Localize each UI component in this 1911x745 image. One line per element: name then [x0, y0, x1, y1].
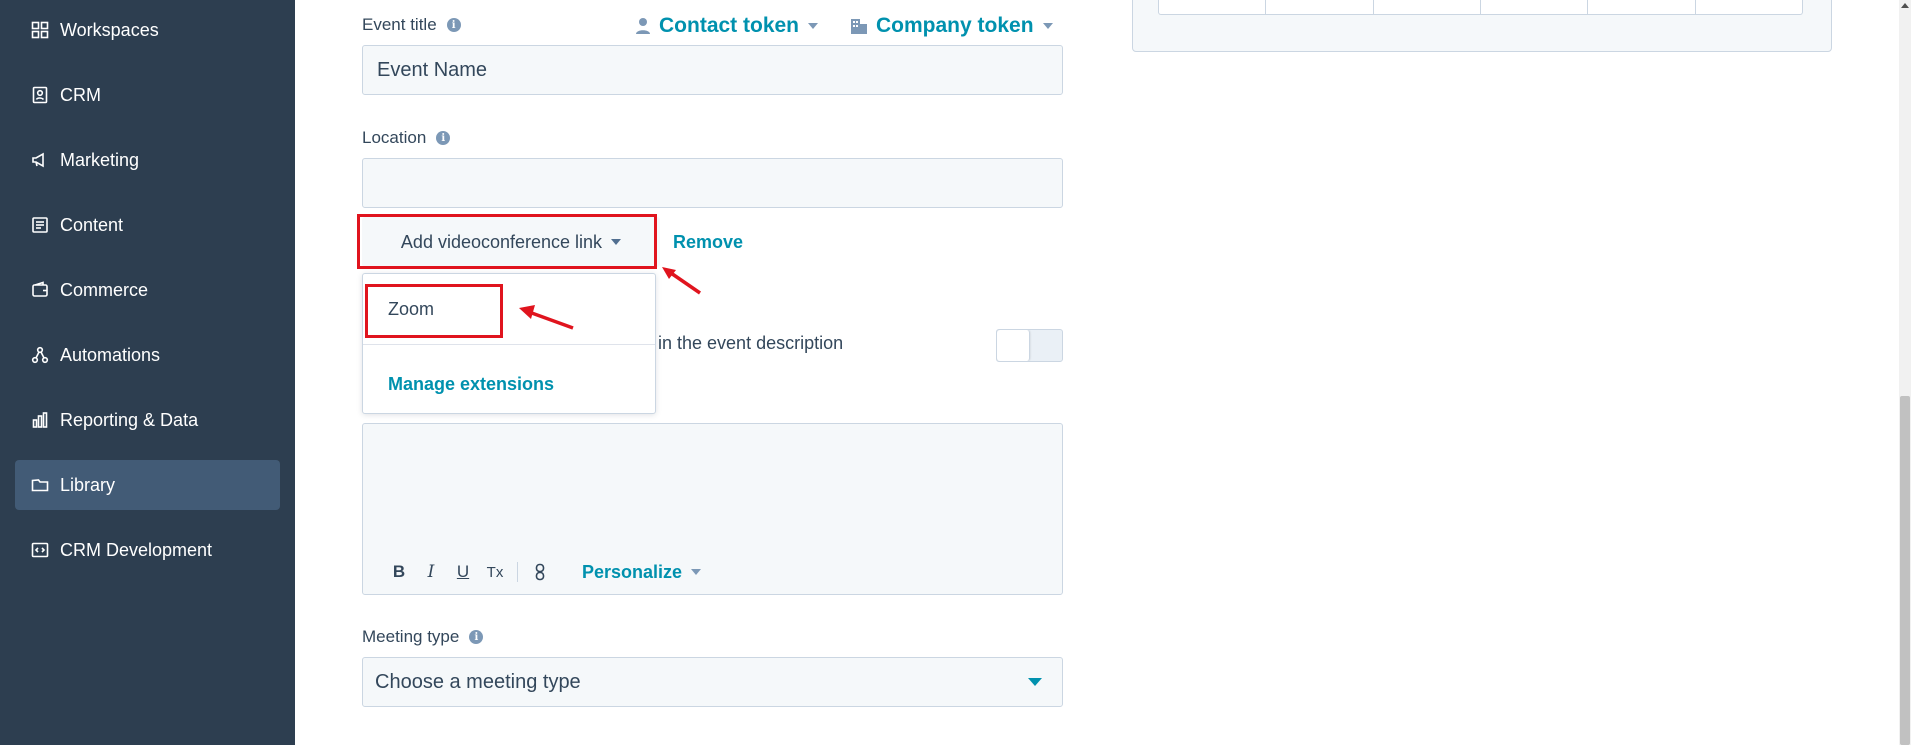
- sidebar-item-workspaces[interactable]: Workspaces: [15, 5, 280, 55]
- info-icon[interactable]: i: [446, 18, 461, 32]
- sidebar-item-label: Content: [60, 214, 124, 235]
- manage-extensions-link[interactable]: Manage extensions: [388, 374, 554, 395]
- sidebar-item-label: CRM: [60, 84, 101, 105]
- bold-button[interactable]: B: [383, 560, 415, 584]
- sidebar-item-automations[interactable]: Automations: [15, 330, 280, 380]
- calendar-cell: [1696, 0, 1802, 14]
- calendar-cell: [1266, 0, 1374, 14]
- info-icon[interactable]: i: [436, 131, 451, 145]
- scroll-up-icon[interactable]: [1901, 3, 1909, 8]
- annotation-highlight-videoconference: [357, 214, 657, 269]
- toolbar-divider: [517, 562, 518, 582]
- sidebar-item-label: Marketing: [60, 149, 140, 170]
- link-icon[interactable]: [524, 560, 556, 584]
- bar-chart-icon: [30, 410, 50, 430]
- description-toggle-text: in the event description: [658, 333, 844, 353]
- sidebar-item-label: Workspaces: [60, 19, 159, 40]
- sidebar-item-reporting-data[interactable]: Reporting & Data: [15, 395, 280, 445]
- scrollbar-thumb[interactable]: [1900, 396, 1910, 745]
- personalize-label: Personalize: [582, 561, 683, 582]
- event-title-label: Event title i: [362, 15, 461, 35]
- sidebar-item-label: Reporting & Data: [60, 409, 199, 430]
- description-editor[interactable]: B I U Tx Personalize: [362, 423, 1063, 595]
- contact-token-dropdown[interactable]: Contact token: [635, 14, 819, 38]
- chevron-down-icon: [1042, 23, 1053, 29]
- location-label: Location i: [362, 128, 451, 148]
- meeting-type-label: Meeting type i: [362, 627, 484, 647]
- toggle-knob: [997, 330, 1030, 361]
- automations-icon: [30, 345, 50, 365]
- sidebar-item-crm-development[interactable]: CRM Development: [15, 525, 280, 575]
- page-scrollbar[interactable]: [1899, 0, 1911, 745]
- meeting-type-label-text: Meeting type: [362, 627, 460, 646]
- underline-button[interactable]: U: [447, 560, 479, 584]
- main-content: Event title i Contact token Company toke…: [295, 0, 1911, 745]
- chevron-down-icon: [808, 23, 819, 29]
- sidebar-item-marketing[interactable]: Marketing: [15, 135, 280, 185]
- remove-link[interactable]: Remove: [673, 232, 743, 253]
- person-icon: [636, 18, 650, 34]
- sidebar-item-label: Automations: [60, 344, 161, 365]
- meeting-type-select[interactable]: Choose a meeting type: [362, 657, 1063, 707]
- building-icon: [851, 19, 867, 34]
- event-title-input[interactable]: Event Name: [362, 45, 1063, 95]
- sidebar-item-crm[interactable]: CRM: [15, 70, 280, 120]
- megaphone-icon: [30, 150, 50, 170]
- code-icon: [30, 540, 50, 560]
- grid-icon: [30, 20, 50, 40]
- event-title-value: Event Name: [377, 58, 488, 81]
- italic-button[interactable]: I: [415, 560, 447, 584]
- description-toggle[interactable]: [996, 329, 1063, 362]
- folder-icon: [30, 475, 50, 495]
- calendar-cell: [1481, 0, 1589, 14]
- meeting-type-value: Choose a meeting type: [375, 670, 581, 693]
- annotation-highlight-zoom: [365, 284, 503, 338]
- contact-token-label: Contact token: [659, 14, 800, 37]
- calendar-cell: [1159, 0, 1267, 14]
- sidebar-item-label: Library: [60, 474, 116, 495]
- sidebar: Workspaces CRM Marketing Content Commerc…: [0, 0, 295, 745]
- info-icon[interactable]: i: [469, 630, 484, 644]
- divider: [363, 344, 655, 345]
- calendar-grid: [1158, 0, 1803, 15]
- wallet-icon: [30, 280, 50, 300]
- clear-format-button[interactable]: Tx: [479, 560, 511, 584]
- preview-panel: [1132, 0, 1832, 52]
- sidebar-item-label: Commerce: [60, 279, 149, 300]
- sidebar-item-label: CRM Development: [60, 539, 213, 560]
- annotation-arrow-icon: [519, 305, 574, 330]
- company-token-dropdown[interactable]: Company token: [850, 14, 1053, 38]
- content-icon: [30, 215, 50, 235]
- calendar-cell: [1374, 0, 1481, 14]
- sidebar-item-content[interactable]: Content: [15, 200, 280, 250]
- chevron-down-icon: [691, 569, 702, 575]
- sidebar-item-commerce[interactable]: Commerce: [15, 265, 280, 315]
- sidebar-item-library[interactable]: Library: [15, 460, 280, 510]
- location-input[interactable]: [362, 158, 1063, 208]
- personalize-dropdown[interactable]: Personalize: [582, 561, 702, 583]
- event-title-label-text: Event title: [362, 15, 437, 34]
- company-token-label: Company token: [876, 14, 1034, 37]
- calendar-cell: [1588, 0, 1696, 14]
- contacts-icon: [30, 85, 50, 105]
- editor-toolbar: B I U Tx Personalize: [383, 560, 702, 584]
- annotation-arrow-icon: [662, 267, 701, 295]
- chevron-down-icon: [1028, 678, 1042, 686]
- location-label-text: Location: [362, 128, 427, 147]
